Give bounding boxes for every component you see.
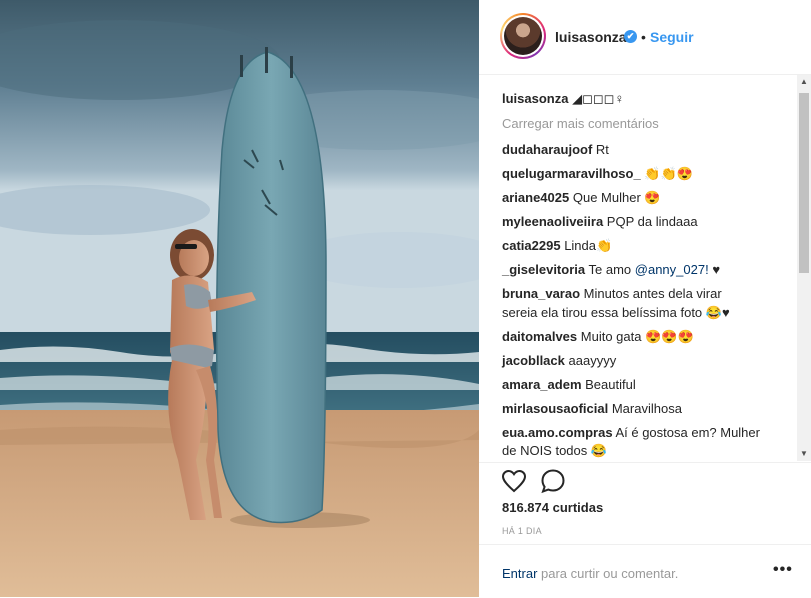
comment-text: 👏👏😍 [644,166,693,181]
post-header: luisasonza ✔ • Seguir [479,0,811,75]
comment-icon[interactable] [539,467,567,495]
login-link[interactable]: Entrar [502,566,537,581]
list-item: jacobllack aaayyyy [502,352,616,370]
separator-dot: • [641,29,646,45]
caption: luisasonza ◢◻◻◻♀ [502,90,624,108]
comment-text: PQP da lindaaa [606,214,698,229]
header-username[interactable]: luisasonza [555,29,627,45]
comment-text: Linda👏 [564,238,613,253]
comment-text: Aí é gostosa em? Mulher [615,425,760,440]
comment-text: Muito gata 😍😍😍 [580,329,694,344]
comment-username[interactable]: jacobllack [502,353,565,368]
list-item: _giselevitoria Te amo @anny_027! ♥ [502,261,720,279]
comments-scrollbar[interactable]: ▲ ▼ [797,75,811,461]
login-prompt: Entrar para curtir ou comentar. ••• [479,544,811,598]
login-text: Entrar para curtir ou comentar. [502,566,678,581]
comment-mention[interactable]: @anny_027! [635,262,709,277]
comment-username[interactable]: _giselevitoria [502,262,585,277]
comment-text: Minutos antes dela virar [583,286,722,301]
caption-username[interactable]: luisasonza [502,91,568,106]
comment-username[interactable]: amara_adem [502,377,582,392]
more-options-icon[interactable]: ••• [773,561,793,579]
comment-username[interactable]: quelugarmaravilhoso_ [502,166,641,181]
comment-text-continued: de NOIS todos 😂 [502,443,608,458]
list-item: amara_adem Beautiful [502,376,636,394]
comment-text: Te amo [588,262,632,277]
comment-username[interactable]: daitomalves [502,329,577,344]
list-item: quelugarmaravilhoso_ 👏👏😍 [502,165,693,183]
comment-username[interactable]: mirlasousaoficial [502,401,608,416]
comments-list[interactable]: luisasonza ◢◻◻◻♀ Carregar mais comentári… [479,75,797,461]
scroll-down-arrow-icon[interactable]: ▼ [797,447,811,461]
list-item: mirlasousaoficial Maravilhosa [502,400,682,418]
post-details-panel: luisasonza ✔ • Seguir luisasonza ◢◻◻◻♀ C… [479,0,811,597]
comment-text: Que Mulher 😍 [572,190,661,205]
login-rest: para curtir ou comentar. [537,566,679,581]
heart-emoji: ♥ [712,262,721,277]
comment-text: Beautiful [585,377,636,392]
list-item: bruna_varao Minutos antes dela virar [502,285,722,303]
load-more-comments[interactable]: Carregar mais comentários [502,115,659,133]
story-ring[interactable] [500,13,546,59]
comment-username[interactable]: bruna_varao [502,286,580,301]
list-item: myleenaoliveiira PQP da lindaaa [502,213,698,231]
post-timestamp: HÁ 1 DIA [502,526,542,536]
surf-photo-illustration [0,0,479,597]
comment-text-continued: sereia ela tirou essa belíssima foto 😂♥ [502,305,730,320]
heart-icon[interactable] [500,467,528,495]
list-item: daitomalves Muito gata 😍😍😍 [502,328,694,346]
comment-username[interactable]: ariane4025 [502,190,569,205]
scroll-up-arrow-icon[interactable]: ▲ [797,75,811,89]
list-item: eua.amo.compras Aí é gostosa em? Mulher [502,424,760,442]
action-bar [479,462,811,494]
comment-text: Maravilhosa [611,401,682,416]
comment-text: Rt [595,142,609,157]
caption-text: ◢◻◻◻♀ [572,91,625,106]
post-photo[interactable] [0,0,479,597]
follow-button[interactable]: Seguir [650,29,694,45]
likes-count[interactable]: 816.874 curtidas [502,500,603,515]
avatar[interactable] [504,17,542,55]
comment-username[interactable]: dudaharaujoof [502,142,592,157]
list-item: catia2295 Linda👏 [502,237,612,255]
comment-username[interactable]: catia2295 [502,238,561,253]
list-item: ariane4025 Que Mulher 😍 [502,189,661,207]
scrollbar-thumb[interactable] [799,93,809,273]
comment-username[interactable]: myleenaoliveiira [502,214,603,229]
list-item: dudaharaujoof Rt [502,141,609,159]
verified-icon: ✔ [624,30,637,43]
load-more-link[interactable]: Carregar mais comentários [502,116,659,131]
comment-text: aaayyyy [568,353,617,368]
comment-username[interactable]: eua.amo.compras [502,425,613,440]
